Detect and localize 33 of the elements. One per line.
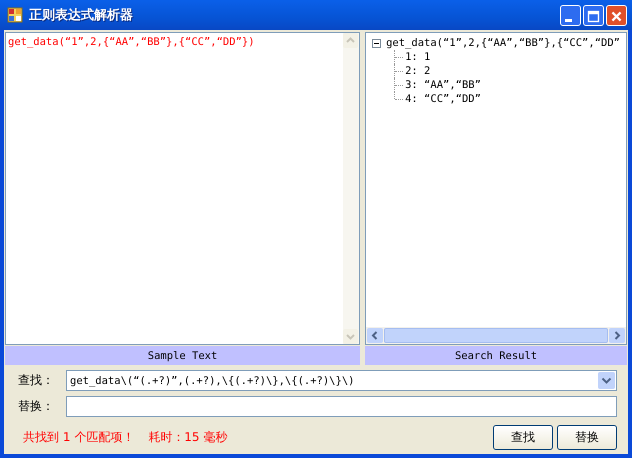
scroll-right-icon[interactable] [609, 328, 625, 343]
find-combo-box[interactable]: get_data\(“(.+?)”,(.+?),\{(.+?)\},\{(.+?)\}\) [66, 370, 617, 391]
horizontal-scrollbar[interactable] [366, 327, 626, 344]
match-count-text: 共找到 1 个匹配项！ [23, 429, 134, 446]
replace-field[interactable] [66, 396, 617, 417]
minimize-button[interactable] [560, 4, 581, 26]
close-button[interactable] [606, 4, 627, 26]
tree-node[interactable]: 4: “CC”,“DD” [405, 93, 481, 105]
search-result-label: Search Result [365, 346, 627, 365]
minimize-icon [565, 18, 572, 22]
sample-text: get_data(“1”,2,{“AA”,“BB”},{“CC”,“DD”}) [7, 35, 256, 50]
tree-node[interactable]: 2: 2 [405, 65, 430, 77]
replace-label: 替换： [18, 398, 55, 415]
vertical-scrollbar[interactable] [343, 33, 360, 344]
scroll-down-icon [343, 329, 358, 344]
sample-text-label: Sample Text [5, 346, 360, 365]
find-label: 查找： [18, 372, 55, 389]
scroll-thumb[interactable] [384, 328, 608, 343]
maximize-button[interactable] [583, 4, 604, 26]
tree-node[interactable]: 1: 1 [405, 51, 430, 63]
window-title: 正则表达式解析器 [29, 7, 133, 24]
scroll-left-icon[interactable] [367, 328, 384, 343]
scroll-up-icon [343, 33, 358, 48]
elapsed-time-text: 耗时：15 毫秒 [148, 429, 228, 446]
collapse-icon[interactable] [372, 38, 382, 48]
result-tree[interactable]: get_data(“1”,2,{“AA”,“BB”},{“CC”,“DD” 1: 1 2: 2 3: “AA”,“BB” 4: “CC”,“DD” [365, 32, 627, 345]
tree-node[interactable]: 3: “AA”,“BB” [405, 79, 481, 91]
app-icon [7, 7, 23, 23]
dropdown-icon[interactable] [598, 372, 615, 389]
action-button[interactable]: 替换 [557, 425, 617, 450]
tree-node[interactable]: get_data(“1”,2,{“AA”,“BB”},{“CC”,“DD” [386, 37, 620, 49]
sample-text-area[interactable]: get_data(“1”,2,{“AA”,“BB”},{“CC”,“DD”}) [5, 32, 360, 345]
action-button[interactable]: 查找 [493, 425, 553, 450]
